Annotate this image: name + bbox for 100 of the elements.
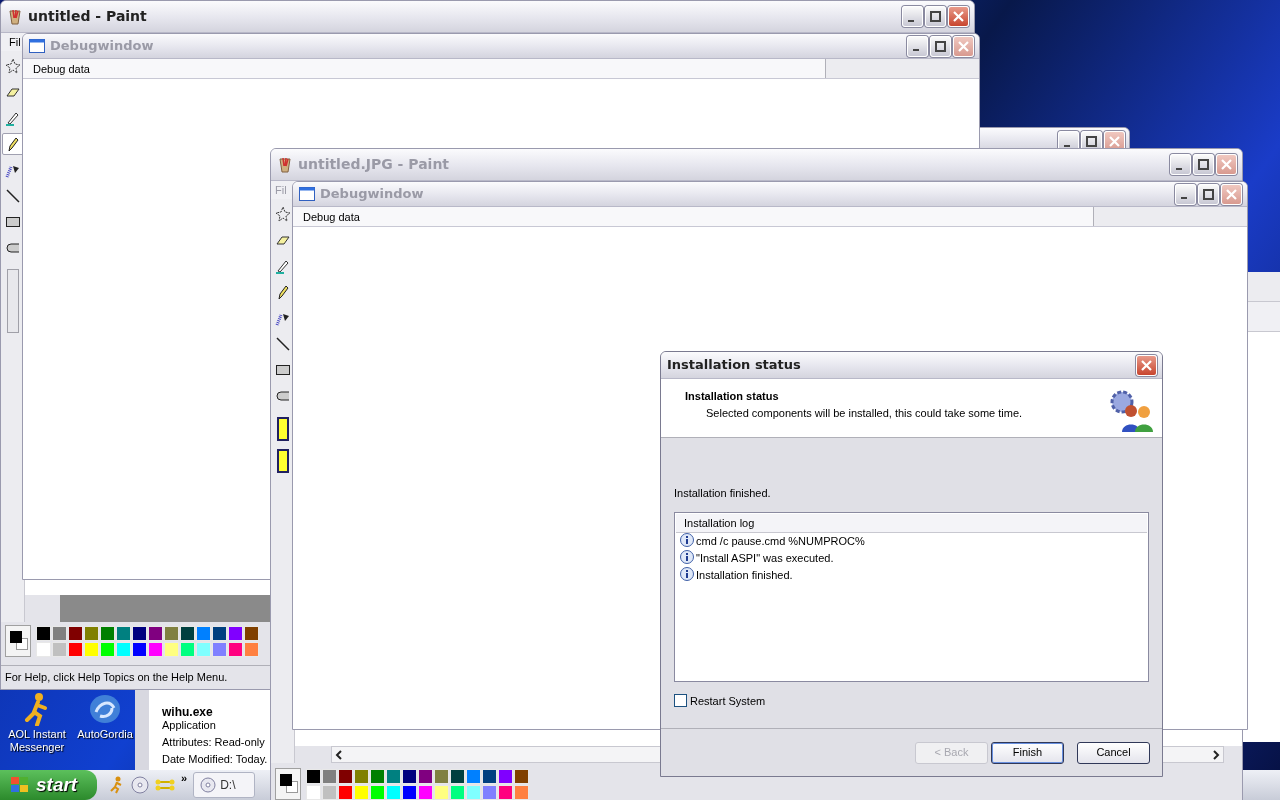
- dialog-button[interactable]: Finish: [991, 741, 1064, 764]
- color-swatch[interactable]: [211, 625, 227, 641]
- color-swatch[interactable]: [353, 768, 369, 784]
- dialog-button[interactable]: Cancel: [1077, 741, 1150, 764]
- maximize-button[interactable]: [930, 35, 951, 57]
- minimize-button[interactable]: [1170, 154, 1191, 175]
- line-tool-icon: [274, 336, 291, 352]
- color-swatch[interactable]: [305, 784, 321, 800]
- file-name: wihu.exe: [162, 706, 214, 719]
- color-swatch[interactable]: [433, 768, 449, 784]
- color-swatch[interactable]: [243, 641, 259, 657]
- color-swatch[interactable]: [115, 641, 131, 657]
- color-swatch[interactable]: [513, 768, 529, 784]
- column-header[interactable]: Installation log: [676, 513, 1147, 533]
- color-swatch[interactable]: [497, 768, 513, 784]
- close-icon: [1109, 136, 1120, 147]
- color-swatch[interactable]: [83, 625, 99, 641]
- color-swatch[interactable]: [417, 768, 433, 784]
- paint-app-icon: [7, 8, 23, 25]
- color-swatch[interactable]: [369, 784, 385, 800]
- close-icon: [1141, 359, 1152, 371]
- column-header[interactable]: Debug data: [23, 59, 826, 78]
- column-header[interactable]: Debug data: [293, 207, 1094, 226]
- color-swatch[interactable]: [163, 625, 179, 641]
- window-title: Installation status: [667, 356, 801, 375]
- color-swatch[interactable]: [179, 625, 195, 641]
- overflow-button[interactable]: »: [181, 770, 188, 787]
- desktop-icon-label[interactable]: AutoGordia: [74, 728, 136, 741]
- color-swatch[interactable]: [353, 784, 369, 800]
- maximize-icon: [1198, 159, 1209, 170]
- close-button[interactable]: [1136, 354, 1157, 376]
- color-swatch[interactable]: [163, 641, 179, 657]
- color-swatch[interactable]: [195, 625, 211, 641]
- color-swatch[interactable]: [35, 641, 51, 657]
- maximize-button[interactable]: [1193, 154, 1214, 175]
- minimize-button[interactable]: [907, 35, 928, 57]
- maximize-icon: [930, 11, 941, 22]
- desktop-icon-label[interactable]: AOL Instant Messenger: [6, 728, 68, 754]
- window-title: untitled.JPG - Paint: [298, 155, 450, 174]
- color-swatch[interactable]: [449, 768, 465, 784]
- color-swatch[interactable]: [147, 641, 163, 657]
- close-button[interactable]: [948, 6, 969, 27]
- color-swatch[interactable]: [115, 625, 131, 641]
- color-swatch[interactable]: [369, 768, 385, 784]
- color-swatch[interactable]: [481, 784, 497, 800]
- color-swatch[interactable]: [401, 768, 417, 784]
- color-swatch[interactable]: [131, 625, 147, 641]
- color-swatch[interactable]: [227, 641, 243, 657]
- rectangle-tool-icon: [274, 362, 291, 378]
- color-swatch[interactable]: [433, 784, 449, 800]
- color-swatch[interactable]: [227, 625, 243, 641]
- color-swatch[interactable]: [465, 784, 481, 800]
- color-swatch[interactable]: [305, 768, 321, 784]
- maximize-button[interactable]: [925, 6, 946, 27]
- color-swatch[interactable]: [99, 641, 115, 657]
- color-swatch[interactable]: [67, 641, 83, 657]
- dialog-subheading: Selected components will be installed, this could take some time.: [705, 405, 1023, 421]
- dialog-heading: Installation status: [685, 389, 780, 404]
- minimize-button[interactable]: [1175, 183, 1196, 205]
- color-swatch[interactable]: [243, 625, 259, 641]
- maximize-button[interactable]: [1198, 183, 1219, 205]
- color-swatch[interactable]: [83, 641, 99, 657]
- close-icon: [1221, 159, 1232, 170]
- tool-option-icon[interactable]: [276, 417, 289, 441]
- color-swatch[interactable]: [417, 784, 433, 800]
- color-swatch[interactable]: [131, 641, 147, 657]
- maximize-icon: [1086, 136, 1097, 147]
- color-swatch[interactable]: [465, 768, 481, 784]
- color-swatch[interactable]: [385, 768, 401, 784]
- minimize-button[interactable]: [902, 6, 923, 27]
- color-swatch[interactable]: [51, 641, 67, 657]
- color-swatch[interactable]: [497, 784, 513, 800]
- color-swatch[interactable]: [195, 641, 211, 657]
- color-swatch[interactable]: [179, 641, 195, 657]
- maximize-icon: [935, 40, 946, 52]
- log-entry: "Install ASPI" was executed.: [696, 550, 834, 566]
- menu-item[interactable]: Fil: [9, 33, 21, 51]
- color-swatch[interactable]: [211, 641, 227, 657]
- color-swatch[interactable]: [337, 768, 353, 784]
- checkbox[interactable]: [674, 694, 687, 708]
- disc-icon[interactable]: [131, 776, 149, 794]
- color-swatch[interactable]: [35, 625, 51, 641]
- color-swatch[interactable]: [481, 768, 497, 784]
- color-swatch[interactable]: [99, 625, 115, 641]
- color-swatch[interactable]: [67, 625, 83, 641]
- color-swatch[interactable]: [449, 784, 465, 800]
- color-swatch[interactable]: [147, 625, 163, 641]
- tool-option-icon[interactable]: [276, 449, 289, 473]
- color-swatch[interactable]: [401, 784, 417, 800]
- color-swatch[interactable]: [321, 784, 337, 800]
- swirl-icon[interactable]: [88, 692, 122, 726]
- color-swatch[interactable]: [321, 768, 337, 784]
- color-swatch[interactable]: [337, 784, 353, 800]
- color-swatch[interactable]: [385, 784, 401, 800]
- tool-button[interactable]: [1, 133, 24, 155]
- checkbox-label[interactable]: Restart System: [690, 692, 766, 709]
- color-swatch[interactable]: [513, 784, 529, 800]
- color-swatch[interactable]: [51, 625, 67, 641]
- taskbar-button[interactable]: D:\: [193, 772, 256, 798]
- file-type: Application: [162, 719, 217, 732]
